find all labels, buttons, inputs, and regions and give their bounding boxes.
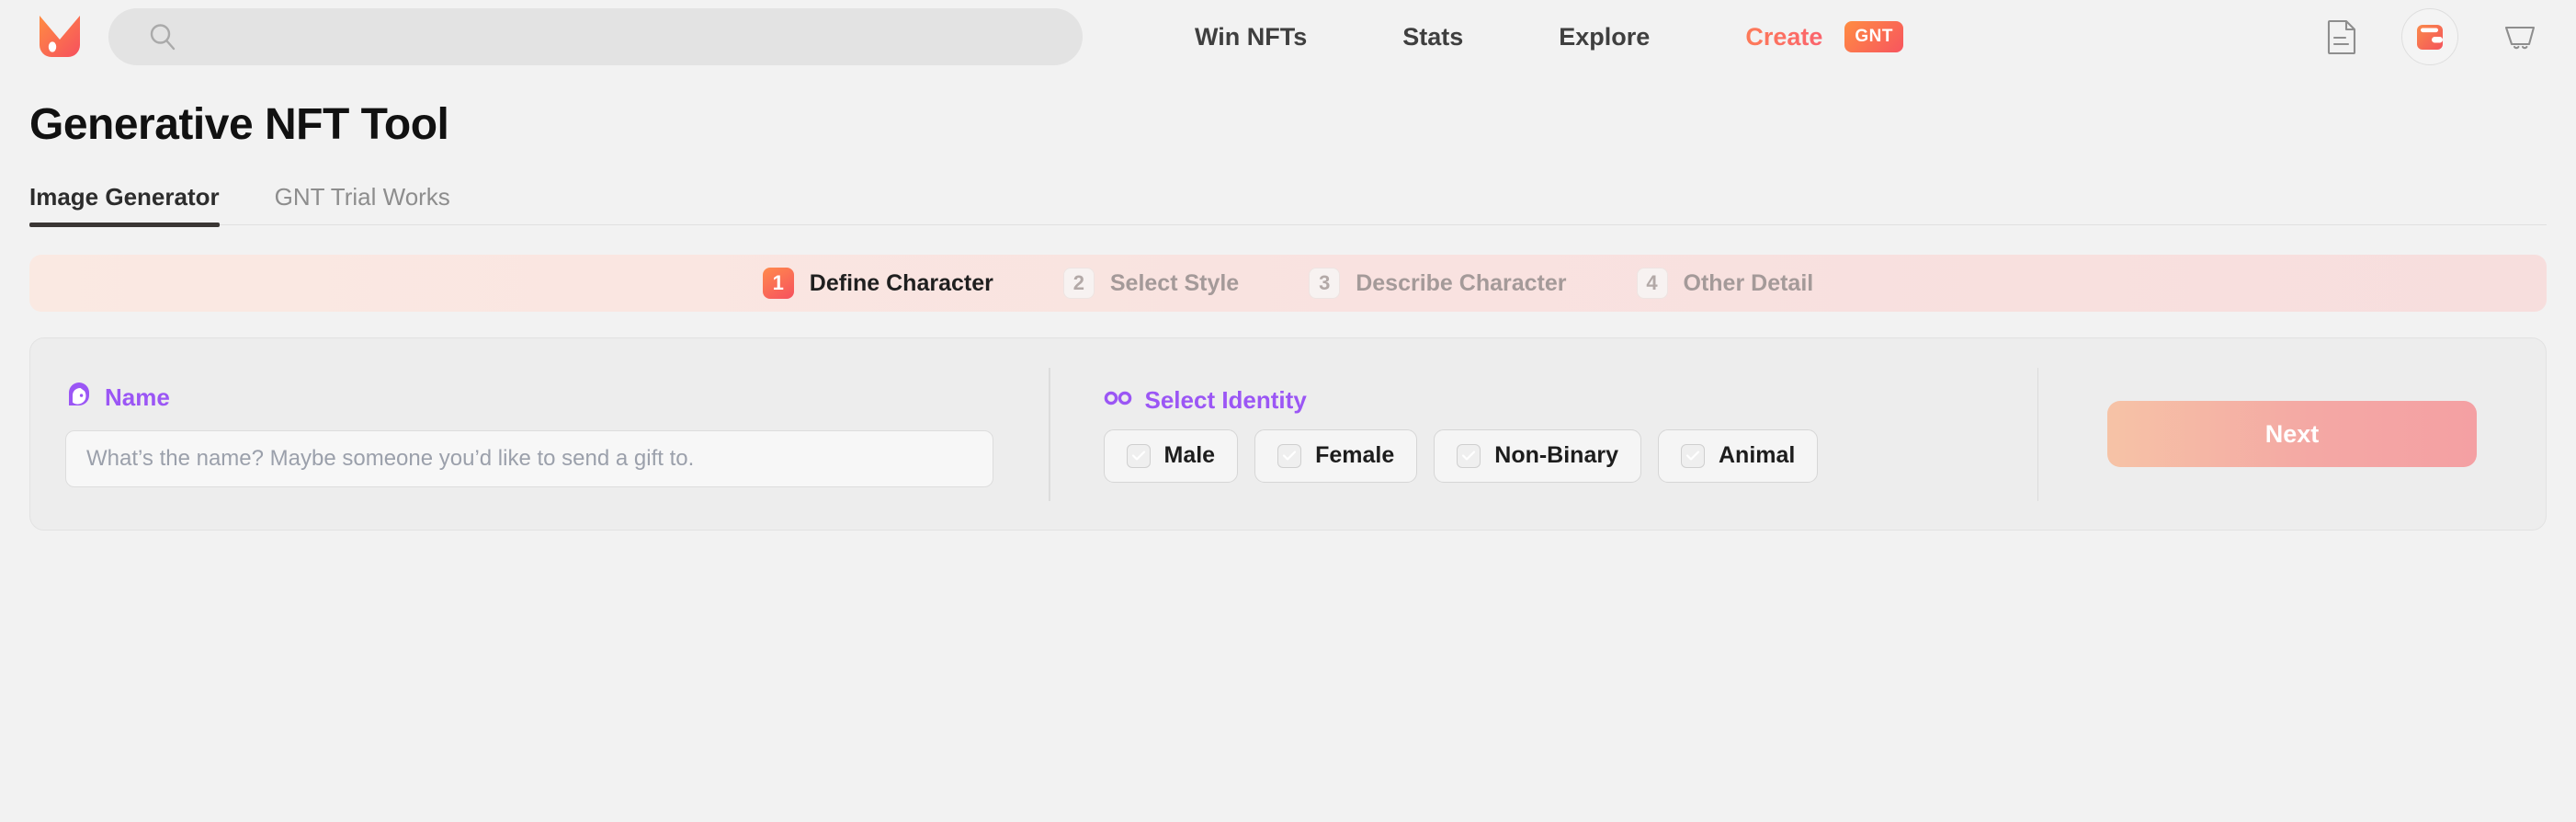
checkbox-animal[interactable] [1681,443,1705,468]
header-icon-group [2326,8,2548,65]
identity-option-label: Male [1163,442,1216,468]
identity-section: Select Identity Male Female Non-Binary A… [1050,386,2038,483]
search-icon [147,21,178,52]
step-other-detail[interactable]: 4 Other Detail [1602,268,1849,299]
step-label: Select Style [1109,269,1240,296]
cart-icon[interactable] [2502,21,2537,52]
identity-option-animal[interactable]: Animal [1658,428,1819,483]
step-label: Other Detail [1683,269,1814,296]
step-label: Define Character [809,269,993,296]
step-number-badge: 1 [762,268,794,299]
identity-option-label: Animal [1719,442,1796,468]
page-title: Generative NFT Tool [29,100,449,149]
search-input[interactable] [193,24,989,50]
page-content: Generative NFT Tool Image Generator GNT … [0,99,2576,531]
identity-field-header: Select Identity [1104,386,2038,415]
step-number-badge: 3 [1309,268,1341,299]
step-describe-character[interactable]: 3 Describe Character [1274,268,1601,299]
next-button-container: Next [2037,367,2546,501]
step-number-badge: 4 [1636,268,1668,299]
wallet-icon[interactable] [2401,8,2458,65]
wizard-stepper: 1 Define Character 2 Select Style 3 Desc… [29,255,2547,312]
checkbox-male[interactable] [1126,443,1151,468]
identity-option-label: Female [1315,442,1395,468]
checkbox-female[interactable] [1277,443,1302,468]
next-button[interactable]: Next [2107,401,2477,467]
name-field-header: Name [65,382,1049,414]
step-define-character[interactable]: 1 Define Character [728,268,1028,299]
avatar-icon [65,382,93,414]
step-number-badge: 2 [1062,268,1095,299]
identity-option-label: Non-Binary [1494,442,1618,468]
identity-option-non-binary[interactable]: Non-Binary [1434,428,1641,483]
gnt-badge: GNT [1844,21,1903,52]
tab-image-generator[interactable]: Image Generator [29,183,220,227]
name-input[interactable] [65,429,993,487]
identity-label: Select Identity [1144,385,1307,414]
identity-option-male[interactable]: Male [1103,428,1239,483]
infinity-icon [1104,389,1133,412]
name-label: Name [105,382,170,411]
checkbox-non-binary[interactable] [1457,443,1481,468]
tab-gnt-trial-works[interactable]: GNT Trial Works [275,183,450,224]
fox-head-logo-icon[interactable] [35,12,85,62]
identity-option-female[interactable]: Female [1254,428,1418,483]
document-icon[interactable] [2326,19,2357,54]
step-label: Describe Character [1356,269,1567,296]
nav-item-explore[interactable]: Explore [1511,23,1697,51]
nav-item-stats[interactable]: Stats [1355,23,1511,51]
nav-item-win-nfts[interactable]: Win NFTs [1147,23,1355,51]
primary-nav: Win NFTs Stats Explore Create GNT [1147,21,1922,52]
nav-item-create[interactable]: Create GNT [1697,21,1922,52]
search-bar[interactable] [108,8,1083,65]
create-label: Create [1697,23,1835,51]
name-section: Name [65,382,1049,487]
define-character-card: Name Select Identity [29,337,2547,531]
top-navigation-bar: Win NFTs Stats Explore Create GNT [0,0,2576,74]
identity-options: Male Female Non-Binary Animal [1103,428,2038,483]
tab-bar: Image Generator GNT Trial Works [29,183,2547,227]
step-select-style[interactable]: 2 Select Style [1028,268,1274,299]
